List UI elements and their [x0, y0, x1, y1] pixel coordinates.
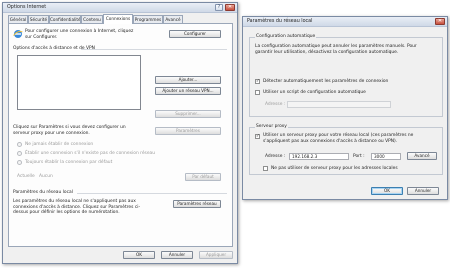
cancel-button[interactable]: Annuler: [161, 251, 193, 259]
lan-divider: [77, 193, 227, 194]
settings-text: Cliquez sur Paramètres si vous devez con…: [13, 125, 141, 136]
tab-connections[interactable]: Connexions: [103, 14, 133, 24]
internet-options-title: Options Internet: [7, 5, 47, 10]
use-proxy-label-text: Utiliser un serveur proxy pour votre rés…: [263, 133, 414, 144]
internet-options-window: Options Internet ? ✕ Général Sécurité Co…: [2, 2, 238, 264]
setup-text-content: Pour configurer une connexion à Internet…: [25, 29, 134, 40]
port-label: Port :: [353, 154, 365, 159]
use-proxy-checkbox[interactable]: ✓: [255, 134, 260, 139]
bypass-local-checkbox[interactable]: [263, 166, 268, 171]
port-input[interactable]: 3000: [371, 153, 401, 160]
lan-ok-button[interactable]: OK: [371, 187, 403, 195]
current-value: Aucun: [39, 174, 53, 179]
tab-advanced[interactable]: Avancé: [163, 15, 183, 23]
lan-settings-button[interactable]: Paramètres réseau: [173, 200, 221, 208]
set-default-button[interactable]: Par défaut: [185, 173, 221, 181]
auto-config-text: La configuration automatique peut annule…: [255, 44, 435, 55]
lan-text: Les paramètres du réseau local ne s'appl…: [13, 199, 141, 216]
close-icon[interactable]: ✕: [225, 4, 235, 11]
auto-detect-checkbox[interactable]: ✓: [255, 79, 260, 84]
ok-button[interactable]: OK: [123, 251, 155, 259]
use-script-label: Utiliser un script de configuration auto…: [263, 90, 366, 95]
add-button[interactable]: Ajouter...: [155, 76, 221, 84]
radio-dial-when-absent[interactable]: [17, 151, 22, 156]
setup-text: Pour configurer une connexion à Internet…: [25, 29, 135, 40]
lan-group-title: Paramètres du réseau local: [13, 190, 73, 195]
settings-button[interactable]: Paramètres: [155, 127, 221, 135]
tab-privacy[interactable]: Confidentialité: [49, 15, 81, 23]
radio-never-label: Ne jamais établir de connexion: [25, 142, 94, 147]
script-address-label: Adresse :: [265, 102, 286, 107]
tab-programs[interactable]: Programmes: [133, 15, 163, 23]
tab-content[interactable]: Contenu: [81, 15, 103, 23]
tab-general[interactable]: Général: [8, 15, 28, 23]
internet-explorer-icon: [13, 30, 23, 38]
radio-always-label: Toujours établir la connexion par défaut: [25, 160, 113, 165]
auto-config-text-content: La configuration automatique peut annule…: [255, 44, 417, 55]
configure-button[interactable]: Configurer: [169, 30, 221, 38]
connections-panel: Pour configurer une connexion à Internet…: [8, 23, 233, 247]
remove-button[interactable]: Supprimer...: [155, 110, 221, 118]
use-proxy-label: Utiliser un serveur proxy pour votre rés…: [263, 133, 435, 144]
current-label: Actuelle: [17, 174, 35, 179]
advanced-button[interactable]: Avancé: [407, 152, 437, 160]
radio-when-absent-label: Établir une connexion s'il n'existe pas …: [25, 151, 156, 156]
proxy-server-title: Serveur proxy: [255, 124, 288, 129]
add-vpn-button[interactable]: Ajouter un réseau VPN...: [155, 87, 221, 95]
lan-settings-titlebar[interactable]: Paramètres du réseau local ✕: [243, 17, 447, 27]
apply-button[interactable]: Appliquer: [199, 251, 233, 259]
dialup-divider: [81, 49, 227, 50]
help-icon[interactable]: ?: [215, 4, 223, 11]
proxy-address-label: Adresse :: [265, 154, 286, 159]
lan-settings-window: Paramètres du réseau local ✕ Configurati…: [242, 16, 448, 200]
use-script-checkbox[interactable]: [255, 90, 260, 95]
connections-list[interactable]: [17, 55, 141, 110]
bypass-local-label: Ne pas utiliser de serveur proxy pour le…: [271, 166, 398, 171]
proxy-address-input[interactable]: 192.168.2.3: [289, 153, 349, 160]
settings-text-content: Cliquez sur Paramètres si vous devez con…: [13, 125, 126, 136]
lan-close-icon[interactable]: ✕: [435, 18, 445, 25]
radio-never-dial[interactable]: [17, 142, 22, 147]
script-address-input[interactable]: [287, 101, 391, 108]
tab-security[interactable]: Sécurité: [28, 15, 49, 23]
radio-always-dial[interactable]: [17, 160, 22, 165]
auto-detect-label: Détecter automatiquement les paramètres …: [263, 79, 389, 84]
lan-cancel-button[interactable]: Annuler: [407, 187, 439, 195]
lan-settings-title: Paramètres du réseau local: [247, 19, 313, 24]
lan-text-content: Les paramètres du réseau local ne s'appl…: [13, 199, 141, 216]
internet-options-titlebar[interactable]: Options Internet ? ✕: [3, 3, 237, 13]
auto-config-title: Configuration automatique: [255, 34, 317, 39]
